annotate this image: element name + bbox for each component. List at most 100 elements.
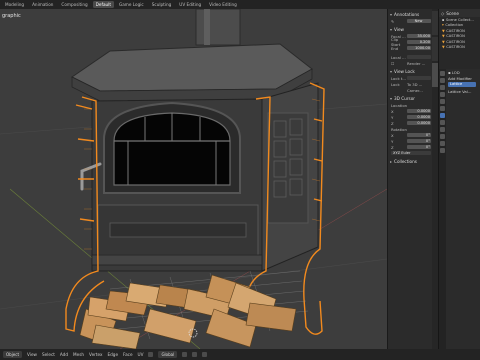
cursor-x-field[interactable]: 0.0000 xyxy=(407,108,431,114)
outliner-header: ◇ Scene xyxy=(439,9,480,17)
cursor-rx-label: X xyxy=(391,132,394,138)
annotation-new-button[interactable]: New xyxy=(407,18,431,24)
lattice-value-row: Lattice Val... xyxy=(447,88,480,94)
sidebar-content: ▾ Annotations ✎ New ▾ View Focal ... 35.… xyxy=(388,9,433,165)
clip-end-field[interactable]: 1000.00 xyxy=(407,45,431,51)
right-editors: ◇ Scene ▪ Scene Collect... ▾ Collection ▼ C… xyxy=(438,9,480,349)
cursor-z-label: Z xyxy=(391,120,394,126)
add-modifier-row: Add Modifier xyxy=(447,75,480,81)
mesh-icon: ▼ xyxy=(442,34,445,39)
menu-mesh[interactable]: Mesh xyxy=(73,352,84,357)
particles-icon[interactable] xyxy=(440,120,445,125)
tab-video-editing[interactable]: Video Editing xyxy=(206,1,240,8)
tab-animation[interactable]: Animation xyxy=(29,1,56,8)
annotations-new-row: ✎ New xyxy=(388,18,433,24)
view-lock-header[interactable]: ▾ View Lock xyxy=(388,68,433,75)
sidebar-panel: ▾ Annotations ✎ New ▾ View Focal ... 35.… xyxy=(387,9,438,349)
mesh-icon: ▼ xyxy=(442,28,445,33)
cursor-ry-field[interactable]: 0° xyxy=(407,138,431,144)
3d-cursor-header[interactable]: ▾ 3D Cursor xyxy=(388,95,433,102)
lock-to-object-label: Lock t... xyxy=(391,75,406,81)
lock-to-object-field[interactable] xyxy=(407,75,431,81)
scene-icon[interactable] xyxy=(440,92,445,97)
world-icon[interactable] xyxy=(440,99,445,104)
lock-camera-checkbox[interactable]: Camer... xyxy=(407,88,423,93)
mesh-icon: ▼ xyxy=(442,45,445,50)
chevron-down-icon: ▾ xyxy=(390,69,393,74)
tab-uv-editing[interactable]: UV Editing xyxy=(176,1,204,8)
tool-icon[interactable] xyxy=(440,71,445,76)
3d-viewport[interactable]: graphic xyxy=(0,9,387,349)
tab-game-logic[interactable]: Game Logic xyxy=(116,1,147,8)
chevron-down-icon: ▾ xyxy=(390,12,393,17)
menu-uv[interactable]: UV xyxy=(138,352,144,357)
tab-default[interactable]: Default xyxy=(92,1,114,8)
cursor-location-label: Location xyxy=(391,102,408,108)
tab-modeling[interactable]: Modeling xyxy=(2,1,27,8)
lock-label: Lock xyxy=(391,81,400,87)
menu-edge[interactable]: Edge xyxy=(108,352,119,357)
add-modifier-button[interactable]: Add Modifier xyxy=(448,76,472,81)
workspace-tab-bar: Modeling Animation Compositing Default G… xyxy=(0,0,480,9)
output-icon[interactable] xyxy=(440,85,445,90)
data-icon[interactable] xyxy=(440,141,445,146)
menu-view[interactable]: View xyxy=(27,352,37,357)
cursor-z-field[interactable]: 0.0000 xyxy=(407,120,431,126)
pencil-icon: ✎ xyxy=(391,18,395,24)
transform-orientation-dropdown[interactable]: Global xyxy=(158,351,178,358)
annotations-header[interactable]: ▾ Annotations xyxy=(388,11,433,18)
clip-end-label: End xyxy=(391,45,399,51)
material-icon[interactable] xyxy=(440,148,445,153)
lattice-value-label: Lattice Val... xyxy=(448,88,472,94)
scene-icon: ◇ xyxy=(441,10,445,16)
view-lock-title: View Lock xyxy=(394,69,415,74)
cursor-rz-label: Z xyxy=(391,144,394,150)
wrench-icon: ▪ xyxy=(448,69,451,75)
render-region-row: ☐ Render ... xyxy=(388,60,433,66)
tab-compositing[interactable]: Compositing xyxy=(58,1,90,8)
cursor-rx-field[interactable]: 0° xyxy=(407,132,431,138)
mode-dropdown[interactable]: Object xyxy=(3,351,23,358)
lattice-modifier-header[interactable]: Lattice xyxy=(448,82,476,87)
rotation-mode-row: XYZ Euler xyxy=(388,150,433,156)
object-icon[interactable] xyxy=(440,106,445,111)
constraints-icon[interactable] xyxy=(440,134,445,139)
menu-select[interactable]: Select xyxy=(42,352,55,357)
stove-render[interactable] xyxy=(0,9,387,349)
checkbox-icon[interactable]: ☐ xyxy=(391,61,407,66)
rotation-mode-dropdown[interactable]: XYZ Euler xyxy=(391,150,431,156)
collections-header[interactable]: ▸ Collections xyxy=(388,158,433,165)
snap-icon[interactable] xyxy=(192,352,198,357)
chevron-right-icon: ▸ xyxy=(390,159,393,164)
clip-start-field[interactable]: 0.200 xyxy=(407,39,431,45)
cursor-y-field[interactable]: 0.0000 xyxy=(407,114,431,120)
select-mode-icon[interactable] xyxy=(148,352,154,357)
menu-add[interactable]: Add xyxy=(60,352,68,357)
proportional-edit-icon[interactable] xyxy=(202,352,208,357)
chevron-down-icon: ▾ xyxy=(390,27,393,32)
chevron-down-icon: ▾ xyxy=(390,96,393,101)
collection-icon: ▪ xyxy=(442,17,445,22)
annotations-title: Annotations xyxy=(394,12,420,17)
properties-tab-strip xyxy=(439,69,446,349)
focal-length-field[interactable]: 35.000 xyxy=(407,33,431,39)
cursor-rotation-label: Rotation xyxy=(391,126,407,132)
pivot-icon[interactable] xyxy=(182,352,188,357)
menu-vertex[interactable]: Vertex xyxy=(89,352,102,357)
object-name[interactable]: LOD xyxy=(452,70,460,75)
cursor-ry-label: Y xyxy=(391,138,394,144)
local-camera-label: Local ... xyxy=(391,54,406,60)
physics-icon[interactable] xyxy=(440,127,445,132)
cursor-x-label: X xyxy=(391,108,394,114)
modifier-icon[interactable] xyxy=(440,113,445,118)
cursor-rz-field[interactable]: 0° xyxy=(407,144,431,150)
view-header[interactable]: ▾ View xyxy=(388,26,433,33)
menu-face[interactable]: Face xyxy=(123,352,132,357)
lock-to-3d-cursor-checkbox[interactable]: To 3D ... xyxy=(407,82,422,87)
outliner-scene-title[interactable]: Scene xyxy=(446,11,459,16)
render-icon[interactable] xyxy=(440,78,445,83)
properties-editor: ▪ LOD Add Modifier Lattice Lattice Val..… xyxy=(439,69,480,349)
local-camera-field[interactable] xyxy=(407,54,431,60)
tab-sculpting[interactable]: Sculpting xyxy=(149,1,175,8)
outliner-item[interactable]: ▼ CASTIRON xyxy=(439,45,480,51)
